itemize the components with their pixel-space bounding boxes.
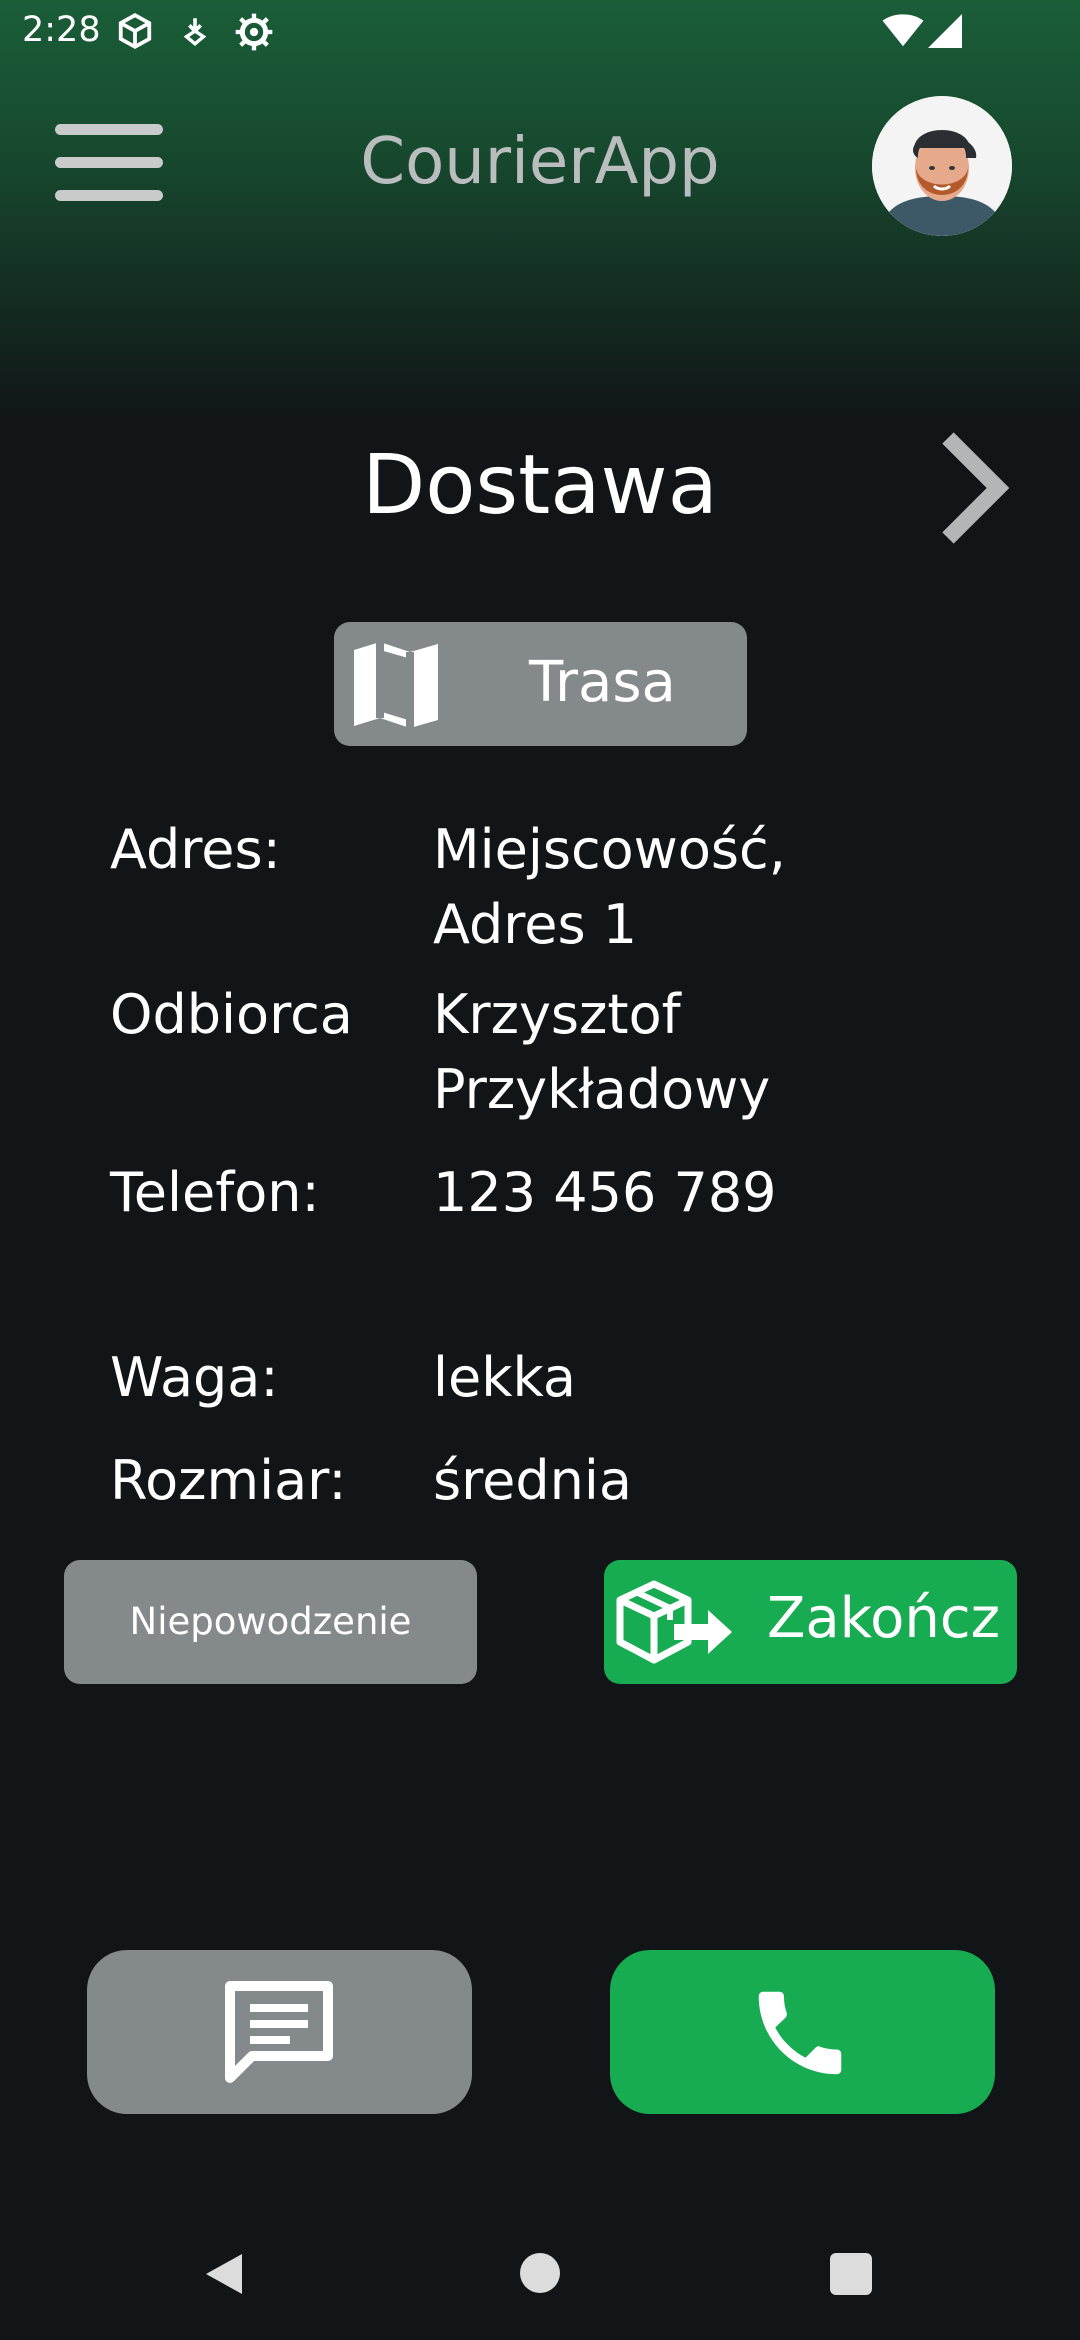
package-notification-icon — [116, 12, 154, 54]
fail-button[interactable]: Niepowodzenie — [64, 1560, 477, 1684]
nav-back-icon[interactable] — [202, 2250, 246, 2302]
recipient-line2: Przykładowy — [433, 1058, 771, 1121]
user-avatar[interactable] — [872, 96, 1012, 236]
settings-notification-icon — [234, 12, 274, 56]
page-title: Dostawa — [362, 438, 718, 533]
finish-button[interactable]: Zakończ — [604, 1560, 1017, 1684]
phone-icon — [758, 1991, 842, 2075]
message-button[interactable] — [87, 1950, 472, 2114]
hamburger-menu-icon[interactable] — [52, 120, 167, 210]
finish-button-label: Zakończ — [767, 1586, 1001, 1651]
download-notification-icon — [178, 12, 212, 54]
route-button-label: Trasa — [529, 650, 676, 715]
weight-value: lekka — [433, 1346, 576, 1409]
status-bar: 2:28 — [0, 0, 1080, 66]
nav-recents-icon[interactable] — [830, 2253, 872, 2295]
message-icon — [225, 1981, 333, 2083]
phone-label: Telefon: — [110, 1161, 320, 1224]
phone-value[interactable]: 123 456 789 — [433, 1155, 953, 1230]
package-deliver-icon — [612, 1576, 736, 1672]
recipient-line1: Krzysztof — [433, 983, 681, 1046]
size-value: średnia — [433, 1449, 632, 1512]
wifi-icon — [882, 14, 924, 52]
size-label: Rozmiar: — [110, 1449, 347, 1512]
address-line2: Adres 1 — [433, 893, 638, 956]
chevron-right-icon[interactable] — [930, 428, 1020, 548]
address-label: Adres: — [110, 818, 281, 881]
cell-signal-icon — [928, 14, 962, 52]
weight-label: Waga: — [110, 1346, 279, 1409]
address-line1: Miejscowość, — [433, 818, 786, 881]
system-nav-bar — [0, 2220, 1080, 2340]
nav-home-icon[interactable] — [520, 2253, 560, 2293]
app-title: CourierApp — [360, 125, 720, 199]
map-icon — [350, 640, 442, 734]
recipient-label: Odbiorca — [110, 983, 353, 1046]
call-button[interactable] — [610, 1950, 995, 2114]
status-time: 2:28 — [22, 10, 101, 50]
route-button[interactable]: Trasa — [334, 622, 747, 746]
